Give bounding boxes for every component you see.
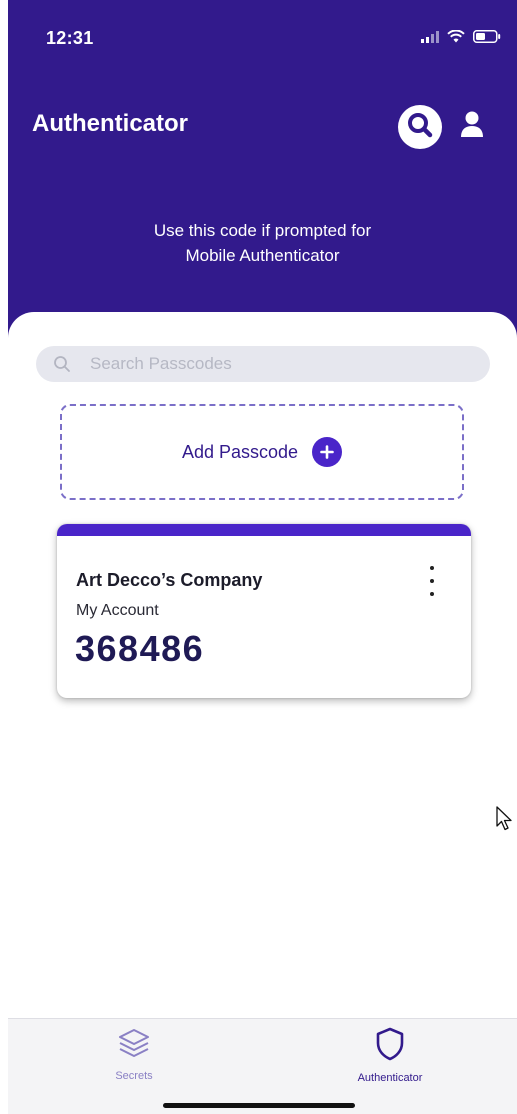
cellular-signal-icon	[421, 30, 439, 48]
header-search-button[interactable]	[398, 105, 442, 149]
layers-icon	[117, 1027, 151, 1064]
status-icons	[421, 29, 501, 48]
profile-button[interactable]	[458, 110, 486, 142]
home-indicator	[163, 1103, 355, 1108]
app-title: Authenticator	[32, 110, 188, 137]
prompt-text: Use this code if prompted for Mobile Aut…	[8, 218, 517, 268]
search-bar[interactable]	[36, 346, 490, 382]
tab-label-secrets: Secrets	[115, 1070, 153, 1082]
search-passcodes-input[interactable]	[88, 353, 432, 375]
card-accent-stripe	[57, 524, 471, 536]
tab-label-authenticator: Authenticator	[357, 1072, 423, 1084]
search-icon	[52, 354, 72, 374]
tab-bar: Secrets Authenticator	[8, 1018, 517, 1114]
passcode-code: 368486	[75, 628, 205, 669]
phone-screen: 12:31 Authenticator Use this code if pro…	[0, 0, 517, 1114]
passcode-company: Art Decco’s Company	[76, 570, 263, 590]
add-passcode-button[interactable]: Add Passcode	[60, 404, 464, 500]
prompt-line-2: Mobile Authenticator	[185, 246, 340, 265]
tab-authenticator[interactable]: Authenticator	[310, 1027, 470, 1091]
shield-icon	[375, 1027, 405, 1066]
status-time: 12:31	[46, 28, 94, 48]
mouse-cursor-icon	[496, 806, 514, 832]
passcode-account: My Account	[76, 602, 159, 619]
status-bar: 12:31	[8, 0, 517, 70]
app-header: 12:31 Authenticator Use this code if pro…	[8, 0, 517, 360]
passcode-card[interactable]: Art Decco’s Company My Account 368486	[57, 524, 471, 698]
tab-secrets[interactable]: Secrets	[54, 1027, 214, 1091]
add-passcode-label: Add Passcode	[181, 441, 299, 462]
battery-icon	[473, 30, 501, 48]
search-icon	[405, 110, 435, 145]
more-options-icon[interactable]	[423, 566, 441, 596]
prompt-line-1: Use this code if prompted for	[153, 221, 372, 240]
plus-circle-icon	[312, 437, 343, 467]
user-icon	[459, 110, 485, 143]
passcodes-content: Add Passcode Art Decco’s Company My Acco…	[8, 312, 517, 1018]
wifi-icon	[447, 29, 465, 48]
